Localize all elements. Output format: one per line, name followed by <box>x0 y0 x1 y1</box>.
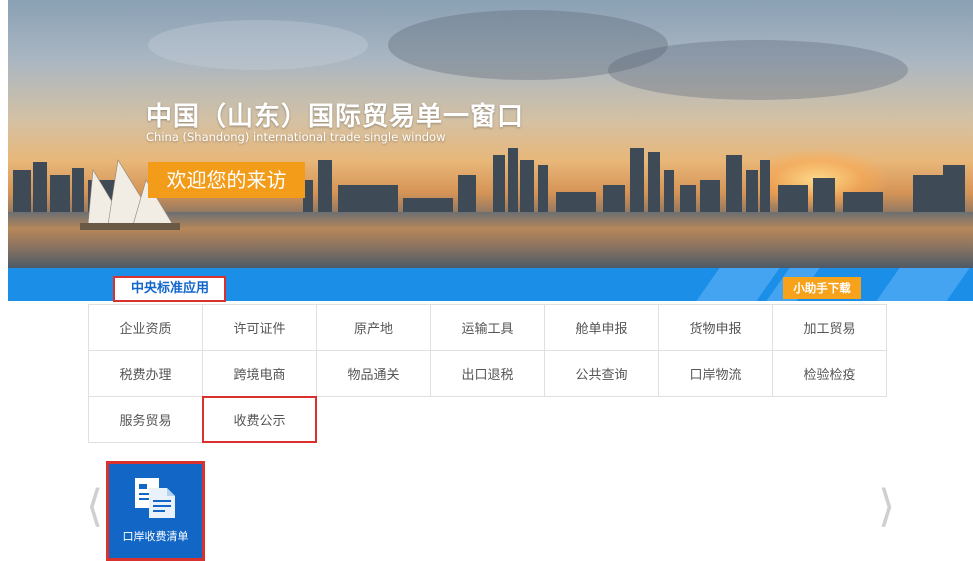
service-item-processing-trade[interactable]: 加工贸易 <box>772 304 887 351</box>
service-item-enterprise-qualification[interactable]: 企业资质 <box>88 304 203 351</box>
carousel-item-label: 口岸收费清单 <box>122 530 189 543</box>
tab-central-standard[interactable]: 中央标准应用 <box>113 276 226 302</box>
chevron-left-icon[interactable]: ⟨ <box>86 485 103 529</box>
service-item-article-clearance[interactable]: 物品通关 <box>316 350 431 397</box>
carousel-item-port-fee-list[interactable]: 口岸收费清单 <box>106 461 205 561</box>
service-item-license[interactable]: 许可证件 <box>202 304 317 351</box>
grid-row: 税费办理 跨境电商 物品通关 出口退税 公共查询 口岸物流 检验检疫 <box>88 350 887 398</box>
service-item-export-rebate[interactable]: 出口退税 <box>430 350 545 397</box>
decor-stripe <box>876 268 970 301</box>
welcome-badge: 欢迎您的来访 <box>148 162 305 198</box>
page: 中国（山东）国际贸易单一窗口 China (Shandong) internat… <box>0 0 973 561</box>
grid-row: 服务贸易 收费公示 <box>88 396 317 444</box>
service-item-cross-border-ecommerce[interactable]: 跨境电商 <box>202 350 317 397</box>
grid-row: 企业资质 许可证件 原产地 运输工具 舱单申报 货物申报 加工贸易 <box>88 304 887 352</box>
banner-subtitle: China (Shandong) international trade sin… <box>146 130 446 144</box>
decor-stripe <box>696 268 780 301</box>
cloud <box>148 20 368 70</box>
service-item-port-logistics[interactable]: 口岸物流 <box>658 350 773 397</box>
service-item-goods-declaration[interactable]: 货物申报 <box>658 304 773 351</box>
service-item-transport[interactable]: 运输工具 <box>430 304 545 351</box>
assistant-download-button[interactable]: 小助手下载 <box>783 277 861 299</box>
service-item-fee-disclosure[interactable]: 收费公示 <box>202 396 317 443</box>
service-item-manifest[interactable]: 舱单申报 <box>544 304 659 351</box>
document-list-icon <box>135 478 175 518</box>
cloud <box>608 40 908 100</box>
service-item-service-trade[interactable]: 服务贸易 <box>88 396 203 443</box>
service-item-public-query[interactable]: 公共查询 <box>544 350 659 397</box>
banner-title: 中国（山东）国际贸易单一窗口 <box>146 102 525 132</box>
chevron-right-icon[interactable]: ⟩ <box>878 485 895 529</box>
hero-banner: 中国（山东）国际贸易单一窗口 China (Shandong) internat… <box>8 0 973 268</box>
service-item-origin[interactable]: 原产地 <box>316 304 431 351</box>
service-item-tax[interactable]: 税费办理 <box>88 350 203 397</box>
service-item-inspection[interactable]: 检验检疫 <box>772 350 887 397</box>
